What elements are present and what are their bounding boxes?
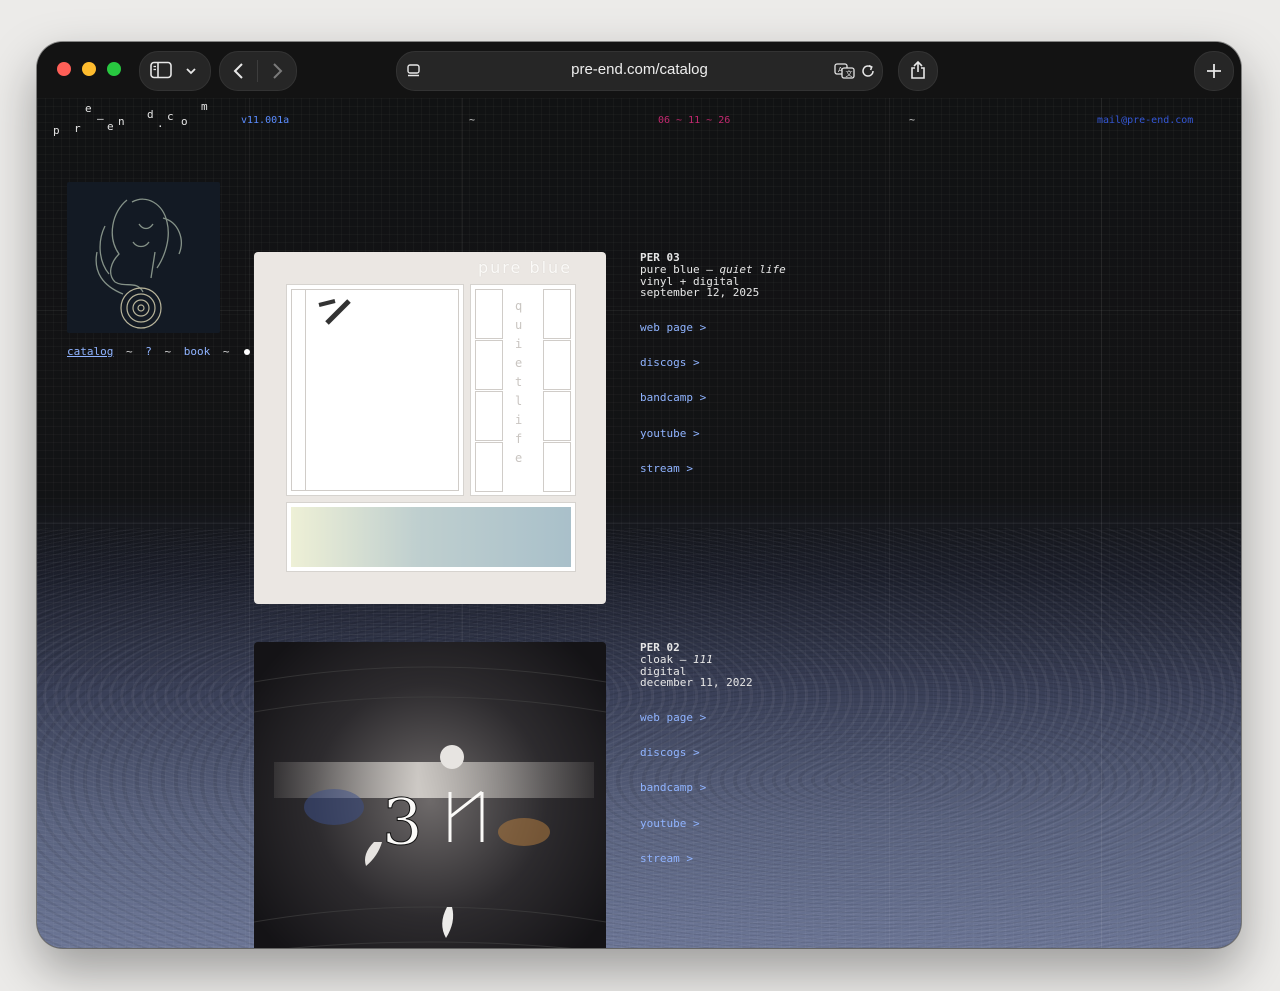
cover-gradient-panel — [286, 502, 576, 572]
svg-text:文: 文 — [846, 69, 853, 78]
logo-letter: c — [167, 110, 174, 123]
ocean-background — [37, 528, 1241, 948]
nav-catalog-link[interactable]: catalog — [67, 345, 113, 358]
logo-letter: e — [85, 102, 92, 115]
logo-letter: n — [118, 115, 125, 128]
nav-separator: ~ — [125, 345, 133, 358]
sidebar-toggle-button[interactable] — [139, 51, 211, 91]
logo-letter: o — [181, 115, 188, 128]
svg-text:3: 3 — [382, 786, 423, 860]
chevron-down-icon[interactable] — [185, 66, 197, 76]
release-cover-per03[interactable]: pure blue quiet life — [254, 252, 606, 604]
web-page: p r e – e n . d c o m catalog ~ ? ~ book… — [37, 98, 1241, 948]
browser-window: pre-end.com/catalog A 文 p r e – e n . d … — [37, 42, 1241, 948]
nav-book-link[interactable]: book — [184, 345, 211, 358]
youtube-link[interactable]: youtube > — [640, 427, 706, 462]
title-dash: – — [706, 262, 713, 276]
cover-artist-text: pure blue — [478, 258, 573, 277]
logo-letter: e — [107, 120, 114, 133]
version-label: v11.001a — [241, 115, 290, 126]
stream-link[interactable]: stream > — [640, 852, 706, 887]
release-links-per03: web page > discogs > bandcamp > youtube … — [640, 321, 706, 497]
sidebar-icon — [150, 61, 172, 79]
forward-icon[interactable] — [270, 62, 284, 80]
release-date: september 12, 2025 — [640, 286, 760, 300]
logo-letter: . — [157, 117, 164, 130]
release-title: 111 — [693, 652, 713, 666]
nav-divider — [257, 60, 258, 82]
translate-icon[interactable]: A 文 — [834, 62, 856, 80]
date-label: 06 ~ 11 ~ 26 — [658, 115, 731, 126]
theme-toggle-dot[interactable] — [244, 349, 251, 355]
logo-letter: p — [53, 124, 60, 137]
top-separator: ~ — [909, 115, 916, 126]
svg-text:A: A — [838, 66, 843, 74]
release-info-per02: PER 02 cloak – 111 digital december 11, … — [640, 642, 753, 689]
email-link[interactable]: mail@pre-end.com — [1097, 115, 1193, 126]
nav-question-link[interactable]: ? — [145, 345, 152, 358]
logo-letter: – — [97, 112, 104, 125]
artist-name: cloak — [640, 652, 674, 666]
release-cover-per02[interactable]: 3 — [254, 642, 606, 948]
cover-panel — [286, 284, 464, 496]
logo-letter: d — [147, 108, 154, 121]
release-links-per02: web page > discogs > bandcamp > youtube … — [640, 711, 706, 887]
zoom-window-button[interactable] — [107, 62, 121, 76]
minimize-window-button[interactable] — [82, 62, 96, 76]
stream-link[interactable]: stream > — [640, 462, 706, 497]
bandcamp-link[interactable]: bandcamp > — [640, 781, 706, 816]
history-navigation — [219, 51, 297, 91]
address-bar[interactable]: pre-end.com/catalog A 文 — [396, 51, 883, 91]
cover-title-text: quiet life — [515, 299, 523, 465]
close-window-button[interactable] — [57, 62, 71, 76]
plus-icon — [1207, 64, 1221, 78]
logo-drawing[interactable] — [67, 182, 220, 333]
youtube-link[interactable]: youtube > — [640, 817, 706, 852]
share-button[interactable] — [898, 51, 938, 91]
back-icon[interactable] — [232, 62, 246, 80]
release-date: december 11, 2022 — [640, 676, 753, 690]
site-nav: catalog ~ ? ~ book ~ — [67, 345, 251, 358]
release-info-per03: PER 03 pure blue – quiet life vinyl + di… — [640, 252, 786, 299]
nav-separator: ~ — [222, 345, 230, 358]
grid-line — [37, 523, 1241, 524]
top-separator: ~ — [469, 115, 476, 126]
web-page-link[interactable]: web page > — [640, 711, 706, 746]
share-icon — [911, 60, 925, 79]
logo-letter: m — [201, 100, 208, 113]
discogs-link[interactable]: discogs > — [640, 746, 706, 781]
url-text: pre-end.com/catalog — [571, 61, 708, 78]
cover-side-panel: quiet life — [470, 284, 576, 496]
nav-separator: ~ — [164, 345, 172, 358]
logo-letter: r — [74, 122, 81, 135]
title-dash: – — [679, 652, 687, 666]
release-title: quiet life — [719, 262, 786, 276]
discogs-link[interactable]: discogs > — [640, 356, 706, 391]
new-tab-button[interactable] — [1194, 51, 1234, 91]
browser-toolbar: pre-end.com/catalog A 文 — [37, 42, 1241, 98]
artist-name: pure blue — [640, 262, 700, 276]
bandcamp-link[interactable]: bandcamp > — [640, 391, 706, 426]
web-page-link[interactable]: web page > — [640, 321, 706, 356]
reload-icon[interactable] — [860, 63, 876, 79]
